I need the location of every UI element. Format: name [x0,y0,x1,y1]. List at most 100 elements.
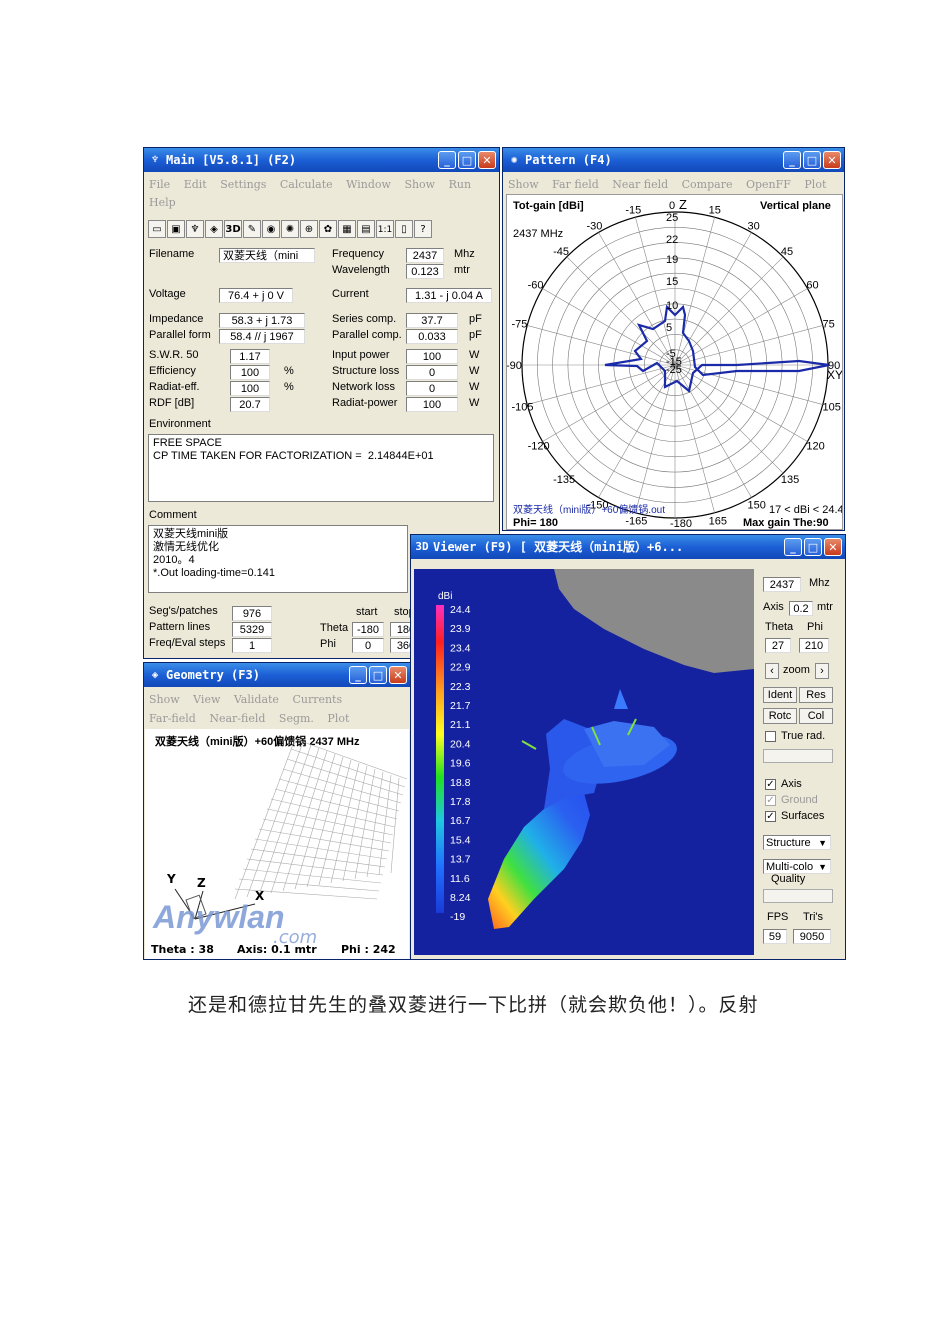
viewer-phi-field[interactable]: 210 [799,638,829,653]
menu-edit[interactable]: Edit [184,178,207,191]
pattern-title-bar[interactable]: ✺ Pattern (F4) _ □ ✕ [503,148,844,172]
environment-box[interactable]: FREE SPACE CP TIME TAKEN FOR FACTORIZATI… [148,434,494,502]
viewer-maximize-button[interactable]: □ [804,538,822,556]
viewer-3d-canvas[interactable]: 24.4 23.9 23.4 22.9 22.3 21.7 21.1 20.4 19.6 18.8… [414,569,754,955]
menu-file[interactable]: File [149,178,170,191]
voltage-field[interactable]: 76.4 + j 0 V [219,288,293,303]
ident-button[interactable]: Ident [763,687,797,703]
geometry-menu-far-field[interactable]: Far-field [149,712,196,725]
viewer-close-button[interactable]: ✕ [824,538,842,556]
quality-slider[interactable] [763,889,833,903]
viewer-axis-field[interactable]: 0.2 [789,601,813,616]
geometry-menu-validate[interactable]: Validate [234,693,279,706]
theta-start-field[interactable]: -180 [352,622,384,637]
radiat-eff-unit: % [284,381,294,393]
frequency-field[interactable]: 2437 [406,248,444,263]
zoom-in-button[interactable]: › [815,663,829,679]
pattern-icon[interactable]: ◉ [262,220,280,238]
theta-readout: Theta : 38 [151,943,214,956]
network-loss-unit: W [469,381,480,393]
angle-label-left: -165 [625,516,647,528]
pattern-menu-plot[interactable]: Plot [804,178,826,191]
mesh-line [282,768,402,804]
geometry-minimize-button[interactable]: _ [349,666,367,684]
pattern-maximize-button[interactable]: □ [803,151,821,169]
geometry-maximize-button[interactable]: □ [369,666,387,684]
menu-calculate[interactable]: Calculate [280,178,333,191]
geometry-menu-segm[interactable]: Segm. [279,712,314,725]
menu-run[interactable]: Run [449,178,471,191]
calculator-icon[interactable]: ▦ [338,220,356,238]
geometry-menu-currents[interactable]: Currents [292,693,342,706]
menu-show[interactable]: Show [404,178,435,191]
pattern-minimize-button[interactable]: _ [783,151,801,169]
target-icon[interactable]: ⊕ [300,220,318,238]
maximize-button[interactable]: □ [458,151,476,169]
true-rad-slider[interactable] [763,749,833,763]
pattern-menu-show[interactable]: Show [508,178,539,191]
series-comp-field: 37.7 [406,313,458,328]
axis-checkbox[interactable]: ✓ [765,779,776,790]
input-power-field[interactable]: 100 [406,349,458,364]
edit-icon[interactable]: ✎ [243,220,261,238]
filename-field[interactable]: 双菱天线（mini [219,248,315,263]
angle-label-left: -105 [511,402,533,414]
geometry-title-bar[interactable]: ◈ Geometry (F3) _ □ ✕ [144,663,410,687]
comment-box[interactable]: 双菱天线mini版 激情无线优化 2010。4 *.Out loading-ti… [148,525,408,593]
viewer-minimize-button[interactable]: _ [784,538,802,556]
geometry-menu-show[interactable]: Show [149,693,180,706]
geometry-icon[interactable]: ◈ [205,220,223,238]
article-caption: 还是和德拉甘先生的叠双菱进行一下比拼（就会欺负他！）。反射 [188,994,759,1016]
geometry-menu-plot[interactable]: Plot [327,712,349,725]
table-icon[interactable]: ▤ [357,220,375,238]
legend-value-label: 18.8 [450,777,471,789]
res-button[interactable]: Res [799,687,833,703]
save-icon[interactable]: ▣ [167,220,185,238]
geometry-canvas[interactable]: 双菱天线（mini版）+60偏馈锅 2437 MHz Y Z X Anywlan… [145,729,409,959]
open-folder-icon[interactable]: ▭ [148,220,166,238]
zoom-label: zoom [783,664,810,676]
structure-select[interactable]: Structure ▼ [763,835,831,850]
minimize-button[interactable]: _ [438,151,456,169]
viewer-title-bar[interactable]: 3D Viewer (F9) [ 双菱天线（mini版）+6... _ □ ✕ [411,535,845,559]
series-comp-label: Series comp. [332,313,397,325]
view-3d-button[interactable]: 3D [224,220,242,238]
phi-start-field[interactable]: 0 [352,638,384,653]
zoom-out-button[interactable]: ‹ [765,663,779,679]
true-rad-checkbox[interactable] [765,731,776,742]
optimize-icon[interactable]: ✿ [319,220,337,238]
geometry-menu-near-field[interactable]: Near-field [209,712,265,725]
book-icon[interactable]: ▯ [395,220,413,238]
pattern-menu-near-field[interactable]: Near field [612,178,668,191]
ratio-button[interactable]: 1:1 [376,220,394,238]
pattern-plot-area[interactable]: Tot-gain [dBi] Vertical plane 2437 MHz Z… [506,194,844,530]
viewer-theta-field[interactable]: 27 [765,638,791,653]
geometry-menu-view[interactable]: View [193,693,220,706]
legend-value-label: 13.7 [450,854,471,866]
menu-window[interactable]: Window [346,178,391,191]
pattern-menu-far-field[interactable]: Far field [552,178,599,191]
surfaces-checkbox[interactable]: ✓ [765,811,776,822]
pattern-menu-compare[interactable]: Compare [682,178,733,191]
rotc-button[interactable]: Rotc [763,708,797,724]
ground-checkbox[interactable]: ✓ [765,795,776,806]
color-mode-select[interactable]: Multi-colo ▼ [763,859,831,874]
pattern-close-button[interactable]: ✕ [823,151,841,169]
geometry-close-button[interactable]: ✕ [389,666,407,684]
antenna-tool-icon[interactable]: ♆ [186,220,204,238]
footer-file: 双菱天线（mini版）+60偏馈锅.out [513,503,665,516]
viewer-frequency-field[interactable]: 2437 [763,577,801,592]
help-icon[interactable]: ? [414,220,432,238]
legend-value-label: 20.4 [450,738,471,750]
menu-settings[interactable]: Settings [220,178,266,191]
phi-readout: Phi : 242 [341,943,396,956]
close-button[interactable]: ✕ [478,151,496,169]
col-button[interactable]: Col [799,708,833,724]
polar-spoke [598,364,676,498]
menu-help[interactable]: Help [149,196,176,209]
angle-label-left: -60 [528,280,544,292]
footer-range: 17 < dBi < 24.4 [769,504,842,516]
nearfield-icon[interactable]: ✺ [281,220,299,238]
main-title-bar[interactable]: ♆ Main [V5.8.1] (F2) _ □ ✕ [144,148,499,172]
pattern-menu-openff[interactable]: OpenFF [746,178,791,191]
